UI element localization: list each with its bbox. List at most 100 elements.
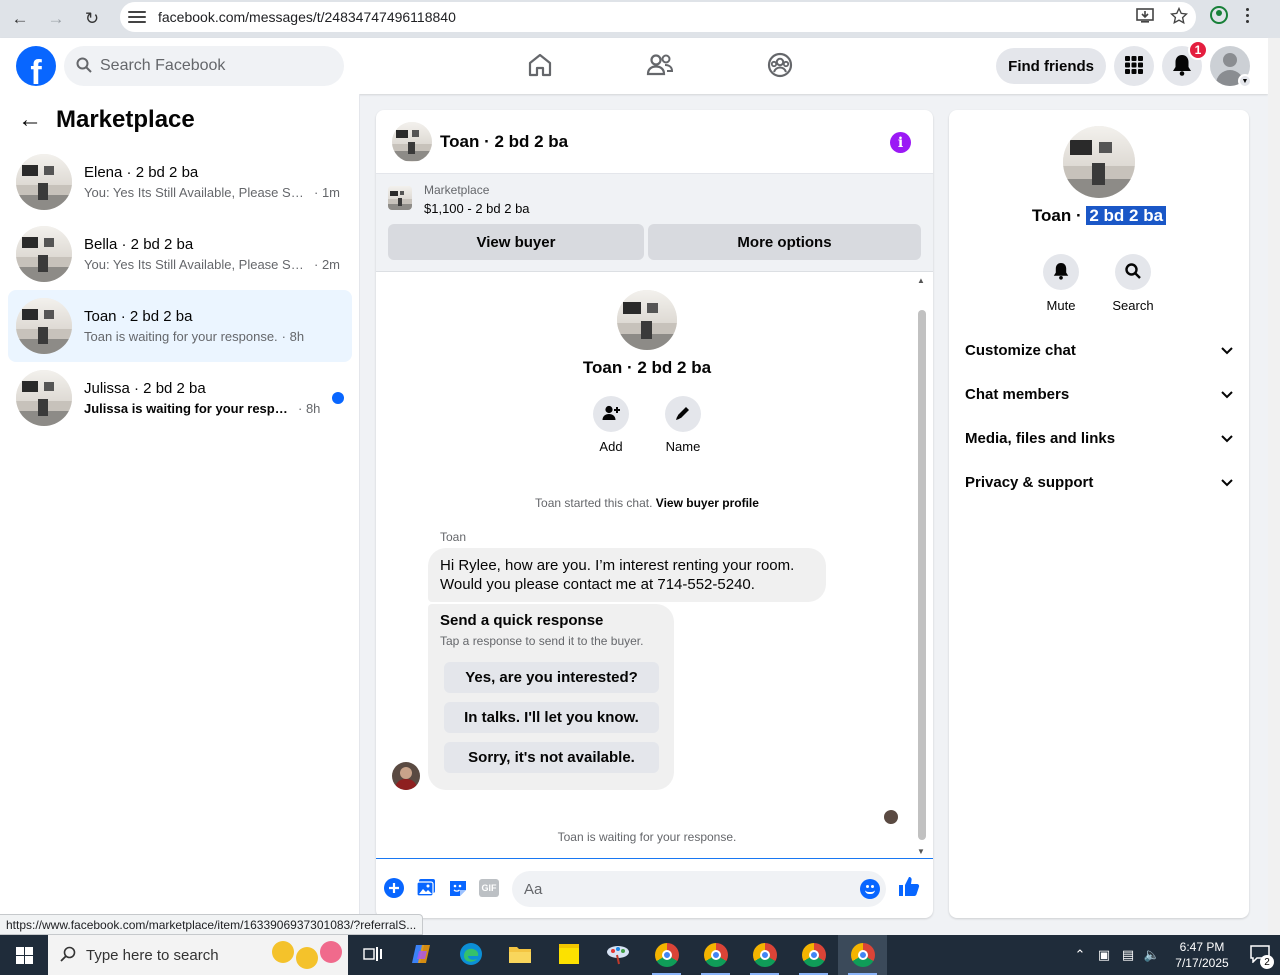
emoji-icon[interactable] [860,879,880,899]
notifications-button[interactable]: 1 [1162,40,1208,86]
install-app-icon[interactable] [1136,7,1154,27]
chat-item-bella[interactable]: Bella · 2 bd 2 ba You: Yes Its Still Ava… [8,218,352,290]
sticker-icon[interactable] [447,877,469,899]
center-nav [480,38,840,94]
view-buyer-button[interactable]: View buyer [388,224,644,260]
media-files-links-section[interactable]: Media, files and links [965,424,1233,452]
copilot-button[interactable] [397,935,446,975]
scroll-down-arrow-icon[interactable]: ▼ [917,847,925,856]
account-button[interactable]: ▼ [1210,46,1252,88]
chevron-down-icon[interactable]: ▼ [1238,74,1252,88]
address-url[interactable]: facebook.com/messages/t/2483474749611884… [158,9,456,25]
windows-taskbar: ⌃ ▣ ▤ 🔈 6:47 PM 7/17/2025 2 [0,935,1280,975]
taskbar-search-input[interactable] [86,946,256,964]
listing-price[interactable]: $1,100 - 2 bd 2 ba [424,201,530,216]
listing-thumbnail[interactable] [388,186,412,210]
meet-now-icon[interactable]: ▣ [1092,947,1116,963]
facebook-logo-icon[interactable]: f [16,46,56,86]
message-bubble[interactable]: Hi Rylee, how are you. I’m interest rent… [428,548,826,602]
volume-icon[interactable]: 🔈 [1140,947,1164,963]
network-icon[interactable]: ▤ [1116,947,1140,963]
emoji-icon [296,947,318,969]
back-arrow-icon[interactable]: ← [18,106,42,134]
privacy-support-section[interactable]: Privacy & support [965,468,1233,496]
sender-avatar[interactable] [392,762,420,790]
file-explorer-button[interactable] [495,935,544,975]
mute-action[interactable]: Mute [1031,254,1091,313]
search-label: Search [1112,298,1154,313]
bell-icon [1053,262,1069,283]
search-input[interactable] [100,57,320,75]
bookmark-star-icon[interactable] [1169,6,1189,28]
home-tab[interactable] [480,38,600,94]
taskbar-search[interactable] [48,935,348,975]
message-list[interactable]: Toan · 2 bd 2 ba Add Name Toan started t… [376,272,933,858]
reload-icon[interactable]: ↻ [76,4,108,34]
info-icon[interactable]: i [890,132,911,153]
find-friends-button[interactable]: Find friends [996,48,1106,84]
chrome-profile-icon[interactable] [1210,6,1228,24]
section-label: Media, files and links [965,429,1116,447]
view-buyer-profile-link[interactable]: View buyer profile [656,496,759,510]
plus-circle-icon[interactable] [383,877,405,899]
page-scrollbar[interactable] [1268,38,1280,935]
scroll-up-arrow-icon[interactable]: ▲ [917,276,925,285]
quick-reply-interested[interactable]: Yes, are you interested? [444,662,659,693]
marketplace-title: Marketplace [56,106,195,133]
notification-badge: 1 [1188,40,1208,60]
chrome-window-1[interactable] [642,935,691,975]
quick-reply-in-talks[interactable]: In talks. I'll let you know. [444,702,659,733]
chrome-window-2[interactable] [691,935,740,975]
chat-item-toan[interactable]: Toan · 2 bd 2 ba Toan is waiting for you… [8,290,352,362]
facebook-search[interactable] [64,46,344,86]
start-button[interactable] [0,935,48,975]
conversation-title[interactable]: Toan · 2 bd 2 ba [440,132,568,152]
message-input[interactable] [524,880,844,898]
chevron-up-icon[interactable]: ⌃ [1068,947,1092,963]
more-options-button[interactable]: More options [648,224,921,260]
chat-list-panel: ← Marketplace Elena · 2 bd 2 ba You: Yes… [0,94,360,935]
message-input-wrapper[interactable] [512,871,886,907]
menu-button[interactable] [1114,46,1154,86]
photo-icon[interactable] [415,877,437,899]
chat-time: · 1m [314,185,340,200]
message-scrollbar[interactable]: ▲ ▼ [915,272,927,858]
edge-button[interactable] [446,935,495,975]
profile-avatar [617,290,677,350]
site-info-icon[interactable] [128,10,146,24]
chrome-window-3[interactable] [740,935,789,975]
search-icon [60,946,76,965]
conversation-header: Toan · 2 bd 2 ba i [376,110,933,174]
message-sender: Toan [440,530,467,544]
unread-dot [332,392,344,404]
scrollbar-thumb[interactable] [918,310,926,840]
search-action[interactable]: Search [1103,254,1163,313]
action-center-button[interactable]: 2 [1240,935,1280,975]
task-view-button[interactable] [348,935,397,975]
chat-preview: Julissa is waiting for your response. [84,401,294,416]
marketplace-label: Marketplace [424,183,490,197]
task-view-icon [362,946,383,965]
chrome-window-5[interactable] [838,935,887,975]
taskbar-clock[interactable]: 6:47 PM 7/17/2025 [1164,939,1240,971]
chat-members-section[interactable]: Chat members [965,380,1233,408]
forward-arrow-icon[interactable]: → [40,4,72,34]
chat-item-elena[interactable]: Elena · 2 bd 2 ba You: Yes Its Still Ava… [8,146,352,218]
chrome-menu-icon[interactable] [1246,7,1249,23]
customize-chat-section[interactable]: Customize chat [965,336,1233,364]
thumbs-up-icon[interactable] [898,875,920,897]
friends-tab[interactable] [600,38,720,94]
address-bar[interactable]: facebook.com/messages/t/2483474749611884… [120,2,1196,32]
chrome-window-4[interactable] [789,935,838,975]
paint-app-button[interactable] [593,935,642,975]
search-highlight-emojis[interactable] [272,941,342,969]
add-action[interactable]: Add [581,396,641,454]
back-arrow-icon[interactable]: ← [4,4,36,34]
sticky-notes-button[interactable] [544,935,593,975]
gif-icon[interactable]: GIF [478,877,500,899]
conversation-avatar[interactable] [392,121,432,162]
chat-item-julissa[interactable]: Julissa · 2 bd 2 ba Julissa is waiting f… [8,362,352,434]
groups-tab[interactable] [720,38,840,94]
quick-reply-not-available[interactable]: Sorry, it's not available. [444,742,659,773]
name-action[interactable]: Name [653,396,713,454]
